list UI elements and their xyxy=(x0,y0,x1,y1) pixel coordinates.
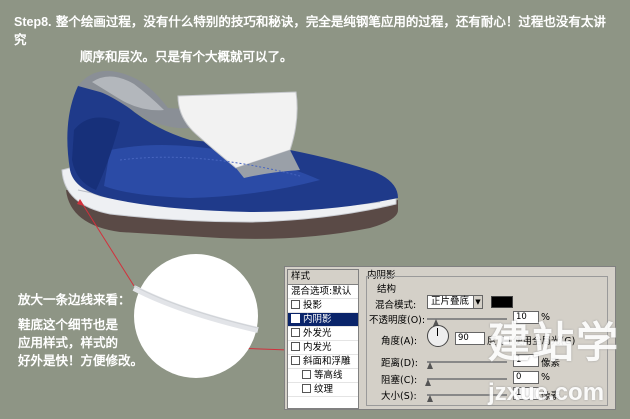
styles-header: 样式 xyxy=(288,270,358,285)
angle-label: 角度(A): xyxy=(381,336,418,347)
style-inner-glow[interactable]: 内发光 xyxy=(288,341,358,355)
watermark-cn: 建站学 xyxy=(488,318,621,367)
angle-dial[interactable] xyxy=(427,325,449,347)
style-checkbox[interactable] xyxy=(291,314,300,323)
style-blending-options[interactable]: 混合选项:默认 xyxy=(288,285,358,299)
blend-mode-value: 正片叠底 xyxy=(431,296,470,307)
site-watermark: 建站学 jzxue.com xyxy=(488,318,621,406)
magnify-note: 放大一条边线来看： xyxy=(18,292,131,307)
style-label: 斜面和浮雕 xyxy=(303,356,351,367)
style-label: 投影 xyxy=(303,300,323,311)
style-texture[interactable]: 纹理 xyxy=(288,383,358,397)
style-checkbox[interactable] xyxy=(291,300,300,309)
sole-detail-line3: 好外是快！方便修改。 xyxy=(18,353,144,368)
blend-mode-label: 混合模式: xyxy=(375,300,417,311)
structure-title: 结构 xyxy=(375,281,399,295)
style-checkbox[interactable] xyxy=(302,370,311,379)
style-inner-shadow[interactable]: 内阴影 xyxy=(288,313,358,327)
style-label: 纹理 xyxy=(314,384,334,395)
style-contour[interactable]: 等高线 xyxy=(288,369,358,383)
sole-detail-note: 鞋底这个细节也是 应用样式，样式的 好外是快！方便修改。 xyxy=(18,316,143,370)
illustration-canvas: Step8. 整个绘画过程，没有什么特别的技巧和秘诀，完全是纯钢笔应用的过程，还… xyxy=(0,0,630,419)
distance-label: 距离(D): xyxy=(381,358,418,369)
size-label: 大小(S): xyxy=(381,391,417,402)
shadow-color-swatch[interactable] xyxy=(491,296,513,308)
watermark-url: jzxue.com xyxy=(488,379,605,406)
style-label: 外发光 xyxy=(303,328,332,339)
choke-label: 阻塞(C): xyxy=(381,375,418,386)
style-checkbox[interactable] xyxy=(302,384,311,393)
sole-detail-line1: 鞋底这个细节也是 xyxy=(18,317,119,332)
style-bevel-emboss[interactable]: 斜面和浮雕 xyxy=(288,355,358,369)
styles-list: 样式 混合选项:默认 投影 内阴影 外发光 内发光 斜面和浮雕 等高线 纹理 xyxy=(287,269,359,409)
style-checkbox[interactable] xyxy=(291,328,300,337)
style-drop-shadow[interactable]: 投影 xyxy=(288,299,358,313)
style-checkbox[interactable] xyxy=(291,342,300,351)
style-outer-glow[interactable]: 外发光 xyxy=(288,327,358,341)
style-label: 等高线 xyxy=(314,370,343,381)
chevron-down-icon[interactable]: ▼ xyxy=(473,295,483,309)
opacity-label: 不透明度(O): xyxy=(369,315,426,326)
style-label: 内发光 xyxy=(303,342,332,353)
style-checkbox[interactable] xyxy=(291,356,300,365)
style-label: 混合选项:默认 xyxy=(291,286,352,297)
style-label: 内阴影 xyxy=(303,314,332,325)
angle-field[interactable]: 90 xyxy=(455,332,485,345)
sole-detail-line2: 应用样式，样式的 xyxy=(18,335,119,350)
